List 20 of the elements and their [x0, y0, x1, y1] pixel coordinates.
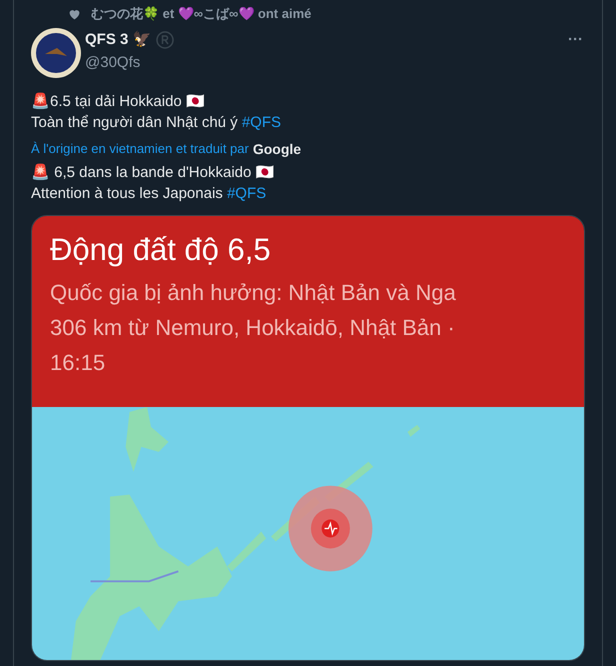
heart-icon [68, 8, 81, 20]
image-card[interactable]: Động đất độ 6,5 Quốc gia bị ảnh hưởng: Nhật Bản và Nga 306 km từ Nemuro, Hokkaidō, Nhật Bản · 16:15 [31, 215, 585, 661]
author-handle[interactable]: @30Qfs [85, 52, 566, 74]
card-detail: 306 km từ Nemuro, Hokkaidō, Nhật Bản · [50, 314, 456, 342]
translation-note: À l'origine en vietnamien et traduit par [31, 140, 249, 158]
card-title: Động đất độ 6,5 [50, 231, 272, 269]
avatar [31, 28, 81, 78]
card-detail: Quốc gia bị ảnh hưởng: Nhật Bản và Nga [50, 279, 457, 307]
tweet-text: 🚨6.5 tại dải Hokkaido 🇯🇵 [31, 92, 206, 112]
author-name[interactable]: QFS 3 🦅 [85, 29, 152, 52]
card-detail: 16:15 [50, 349, 106, 377]
translated-text: 🚨 6,5 dans la bande d'Hokkaido 🇯🇵 [31, 162, 276, 183]
hashtag-link[interactable]: #QFS [242, 114, 282, 131]
liked-by-text: むつの花🍀 et 💜∞こば∞💜 ont aimé [91, 4, 312, 23]
registered-icon [156, 31, 174, 50]
tweet-text: Toàn thể người dân Nhật chú ý #QFS [31, 113, 282, 133]
more-button[interactable]: ··· [568, 29, 583, 52]
google-logo[interactable]: Google [252, 138, 302, 160]
hashtag-link[interactable]: #QFS [226, 185, 266, 202]
translated-text: Attention à tous les Japonais #QFS [31, 184, 268, 204]
